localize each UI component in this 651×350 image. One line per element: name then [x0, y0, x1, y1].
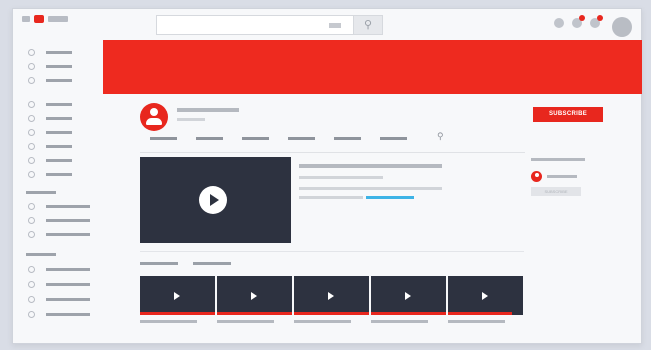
user-avatar[interactable] [612, 17, 632, 37]
search-icon: ⚲ [363, 19, 373, 31]
sidebar-item-icon [28, 143, 35, 150]
watched-progress-bar [294, 312, 369, 315]
video-description-line [299, 187, 442, 190]
user-icon-body [146, 118, 162, 125]
channel-subscribers-placeholder [177, 118, 205, 121]
sidebar-section-heading [26, 253, 56, 256]
notification-dot [579, 15, 585, 21]
sidebar-item-icon [28, 171, 35, 178]
sidebar-item-icon [28, 101, 35, 108]
sidebar-item-icon [28, 203, 35, 210]
tab-home[interactable] [150, 137, 177, 140]
sidebar-item-label [46, 268, 90, 271]
sidebar-item-icon [28, 281, 35, 288]
sidebar-item-icon [28, 311, 35, 318]
play-icon [482, 292, 488, 300]
sidebar-item-label [46, 145, 72, 148]
channel-search-icon[interactable]: ⚲ [437, 131, 444, 142]
search-input[interactable] [156, 15, 382, 35]
menu-icon[interactable] [22, 16, 30, 22]
video-description-line [299, 196, 363, 199]
side-panel-title-placeholder [531, 158, 585, 161]
play-icon[interactable] [199, 186, 227, 214]
sidebar-item-label [46, 173, 72, 176]
section-divider [140, 251, 524, 252]
sidebar-item-icon [28, 266, 35, 273]
channel-avatar[interactable] [140, 103, 168, 131]
logo-wordmark-placeholder [48, 16, 68, 22]
sidebar-item-label [46, 103, 72, 106]
play-icon [405, 292, 411, 300]
watched-progress-bar [140, 312, 215, 315]
featured-channel-name-placeholder [547, 175, 577, 178]
sidebar-item-label [46, 219, 90, 222]
video-thumbnail[interactable] [140, 276, 215, 315]
sidebar-item-icon [28, 77, 35, 84]
video-thumbnail[interactable] [217, 276, 292, 315]
sidebar-item-icon [28, 63, 35, 70]
sidebar-item-icon [28, 296, 35, 303]
section-title-placeholder [140, 262, 178, 265]
apps-icon[interactable] [554, 18, 564, 28]
logo-play-icon [34, 15, 44, 23]
sidebar-item-label [46, 283, 90, 286]
sidebar-section-heading [26, 191, 56, 194]
tab-discussion[interactable] [334, 137, 361, 140]
thumbnail-title-placeholder [217, 320, 274, 323]
keyboard-icon[interactable] [329, 23, 341, 28]
tab-videos[interactable] [196, 137, 223, 140]
tabs-divider [140, 152, 525, 153]
channel-name-placeholder [177, 108, 239, 112]
thumbnail-title-placeholder [294, 320, 351, 323]
sidebar-item-label [46, 51, 72, 54]
sidebar-item-label [46, 65, 72, 68]
video-thumbnail[interactable] [294, 276, 369, 315]
watched-progress-bar [371, 312, 446, 315]
thumbnail-title-placeholder [448, 320, 505, 323]
sidebar-item-label [46, 79, 72, 82]
play-icon [174, 292, 180, 300]
video-title-placeholder [299, 164, 442, 168]
sidebar-item-icon [28, 115, 35, 122]
notification-dot [597, 15, 603, 21]
video-link-highlight[interactable] [366, 196, 414, 199]
tab-about[interactable] [380, 137, 407, 140]
featured-channel-subscribe-button[interactable]: SUBSCRIBE [531, 187, 581, 196]
thumbnail-title-placeholder [140, 320, 197, 323]
featured-video-player[interactable] [140, 157, 291, 243]
sidebar-item-label [46, 298, 90, 301]
video-meta-placeholder [299, 176, 383, 179]
sidebar-item-icon [28, 231, 35, 238]
tab-channels[interactable] [288, 137, 315, 140]
search-button[interactable]: ⚲ [353, 15, 383, 35]
tab-playlists[interactable] [242, 137, 269, 140]
watched-progress-bar [448, 312, 512, 315]
sidebar-item-label [46, 313, 90, 316]
sidebar-item-icon [28, 157, 35, 164]
sidebar-item-label [46, 205, 90, 208]
sidebar-item-icon [28, 49, 35, 56]
sidebar-item-label [46, 233, 90, 236]
sidebar-item-icon [28, 129, 35, 136]
sidebar-item-label [46, 159, 72, 162]
channel-banner [103, 40, 642, 94]
user-icon-head [534, 173, 539, 177]
sidebar-item-label [46, 131, 72, 134]
user-icon-head [150, 108, 158, 116]
video-thumbnail[interactable] [371, 276, 446, 315]
sidebar-item-icon [28, 217, 35, 224]
messages-icon[interactable] [572, 15, 585, 28]
play-icon [251, 292, 257, 300]
play-icon [328, 292, 334, 300]
section-subtitle-placeholder [193, 262, 231, 265]
thumbnail-title-placeholder [371, 320, 428, 323]
sidebar-item-label [46, 117, 72, 120]
notifications-icon[interactable] [590, 15, 603, 28]
watched-progress-bar [217, 312, 292, 315]
video-thumbnail[interactable] [448, 276, 523, 315]
subscribe-button[interactable]: SUBSCRIBE [533, 107, 603, 122]
featured-channel-avatar[interactable] [531, 171, 542, 182]
